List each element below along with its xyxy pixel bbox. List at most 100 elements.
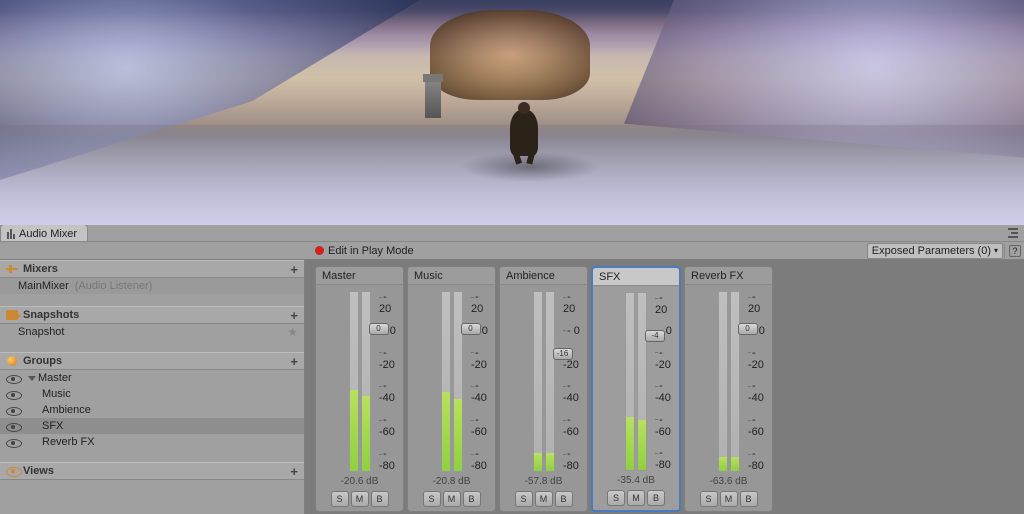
- group-item-sfx[interactable]: SFX: [0, 418, 304, 434]
- dropdown-arrow-icon: ▾: [994, 246, 998, 255]
- tab-bar: Audio Mixer: [0, 225, 1024, 242]
- star-icon: ★: [287, 325, 298, 339]
- db-readout: -20.8 dB: [433, 476, 471, 487]
- mute-button[interactable]: M: [443, 491, 461, 507]
- views-icon: [6, 465, 18, 477]
- snapshot-item-name: Snapshot: [18, 326, 64, 338]
- visibility-toggle-icon[interactable]: [6, 404, 22, 416]
- group-item-master[interactable]: Master: [0, 370, 304, 386]
- vu-meter-right: [637, 292, 647, 471]
- bypass-button[interactable]: B: [371, 491, 389, 507]
- volume-fader[interactable]: 0: [369, 323, 389, 335]
- panel-options-icon[interactable]: [1006, 226, 1020, 240]
- vu-meter-right: [730, 291, 740, 472]
- volume-fader[interactable]: -16: [553, 348, 573, 360]
- volume-fader[interactable]: 0: [461, 323, 481, 335]
- groups-header[interactable]: Groups +: [0, 352, 304, 370]
- solo-button[interactable]: S: [423, 491, 441, 507]
- bypass-button[interactable]: B: [463, 491, 481, 507]
- group-item-reverb-fx[interactable]: Reverb FX: [0, 434, 304, 450]
- db-scale: - 20- 0- -20- -40- -60- -80: [469, 291, 491, 472]
- mute-button[interactable]: M: [535, 491, 553, 507]
- exposed-parameters-label: Exposed Parameters (0): [872, 245, 991, 257]
- mute-button[interactable]: M: [351, 491, 369, 507]
- vu-meter-right: [545, 291, 555, 472]
- mute-button[interactable]: M: [627, 490, 645, 506]
- strip-title: Reverb FX: [685, 267, 772, 285]
- mixer-item-name: MainMixer: [18, 280, 69, 292]
- visibility-toggle-icon[interactable]: [6, 420, 22, 432]
- db-readout: -57.8 dB: [525, 476, 563, 487]
- vu-meter-left: [625, 292, 635, 471]
- vu-meter-left: [349, 291, 359, 472]
- mixer-strip-master[interactable]: Master - 20- 0- -20- -40- -60- -800 -20.6 …: [315, 266, 404, 512]
- edit-in-play-label: Edit in Play Mode: [328, 245, 414, 257]
- views-title: Views: [23, 465, 290, 477]
- solo-button[interactable]: S: [607, 490, 625, 506]
- bypass-button[interactable]: B: [740, 491, 758, 507]
- snapshots-icon: [6, 309, 18, 321]
- views-header[interactable]: Views +: [0, 462, 304, 480]
- exposed-parameters-dropdown[interactable]: Exposed Parameters (0) ▾: [867, 243, 1003, 259]
- visibility-toggle-icon[interactable]: [6, 372, 22, 384]
- mixers-title: Mixers: [23, 263, 290, 275]
- add-group-button[interactable]: +: [290, 354, 298, 369]
- side-panel: Mixers + MainMixer (Audio Listener) Snap…: [0, 260, 305, 514]
- bypass-button[interactable]: B: [555, 491, 573, 507]
- db-scale: - 20- 0- -20- -40- -60- -80: [377, 291, 399, 472]
- solo-button[interactable]: S: [515, 491, 533, 507]
- volume-fader[interactable]: 0: [738, 323, 758, 335]
- add-view-button[interactable]: +: [290, 464, 298, 479]
- mixer-strips: Master- 20- 0- -20- -40- -60- -800-20.6 …: [305, 260, 1024, 514]
- groups-title: Groups: [23, 355, 290, 367]
- vu-meter-left: [533, 291, 543, 472]
- group-item-ambience[interactable]: Ambience: [0, 402, 304, 418]
- mute-button[interactable]: M: [720, 491, 738, 507]
- strip-title: SFX: [593, 268, 679, 286]
- add-mixer-button[interactable]: +: [290, 262, 298, 277]
- db-scale: - 20- 0- -20- -40- -60- -80: [561, 291, 583, 472]
- edit-in-play-mode-toggle[interactable]: Edit in Play Mode: [315, 245, 414, 257]
- strip-title: Ambience: [500, 267, 587, 285]
- group-item-label: Master: [38, 372, 72, 384]
- record-icon: [315, 246, 324, 255]
- help-button[interactable]: ?: [1009, 245, 1021, 257]
- db-readout: -63.6 dB: [710, 476, 748, 487]
- visibility-toggle-icon[interactable]: [6, 436, 22, 448]
- db-readout: -35.4 dB: [617, 475, 655, 486]
- bypass-button[interactable]: B: [647, 490, 665, 506]
- mixer-strip-music[interactable]: Music - 20- 0- -20- -40- -60- -800 -20.8 d…: [407, 266, 496, 512]
- mixer-item-mainmixer[interactable]: MainMixer (Audio Listener): [0, 278, 304, 294]
- tab-audio-mixer[interactable]: Audio Mixer: [0, 224, 88, 241]
- group-item-label: Reverb FX: [42, 436, 95, 448]
- mixer-strip-reverb-fx[interactable]: Reverb FX - 20- 0- -20- -40- -60- -800 -63…: [684, 266, 773, 512]
- visibility-toggle-icon[interactable]: [6, 388, 22, 400]
- mixer-toolbar: Edit in Play Mode Exposed Parameters (0)…: [0, 242, 1024, 260]
- mixers-icon: [6, 263, 18, 275]
- vu-meter-left: [441, 291, 451, 472]
- game-view: [0, 0, 1024, 225]
- solo-button[interactable]: S: [700, 491, 718, 507]
- mixer-strip-sfx[interactable]: SFX - 20- 0- -20- -40- -60- -80-4 -35.4 dB…: [591, 266, 681, 512]
- snapshots-header[interactable]: Snapshots +: [0, 306, 304, 324]
- group-item-label: SFX: [42, 420, 63, 432]
- db-scale: - 20- 0- -20- -40- -60- -80: [653, 292, 675, 471]
- strip-title: Master: [316, 267, 403, 285]
- mixers-header[interactable]: Mixers +: [0, 260, 304, 278]
- add-snapshot-button[interactable]: +: [290, 308, 298, 323]
- group-item-label: Music: [42, 388, 71, 400]
- sliders-icon: [7, 229, 15, 239]
- strip-title: Music: [408, 267, 495, 285]
- db-readout: -20.6 dB: [341, 476, 379, 487]
- vu-meter-right: [453, 291, 463, 472]
- solo-button[interactable]: S: [331, 491, 349, 507]
- snapshot-item[interactable]: Snapshot ★: [0, 324, 304, 340]
- tab-label: Audio Mixer: [19, 228, 77, 240]
- expand-toggle-icon[interactable]: [28, 376, 36, 381]
- mixer-strip-ambience[interactable]: Ambience - 20- 0- -20- -40- -60- -80-16 -5…: [499, 266, 588, 512]
- group-item-music[interactable]: Music: [0, 386, 304, 402]
- db-scale: - 20- 0- -20- -40- -60- -80: [746, 291, 768, 472]
- groups-icon: [6, 355, 18, 367]
- vu-meter-left: [718, 291, 728, 472]
- volume-fader[interactable]: -4: [645, 330, 665, 342]
